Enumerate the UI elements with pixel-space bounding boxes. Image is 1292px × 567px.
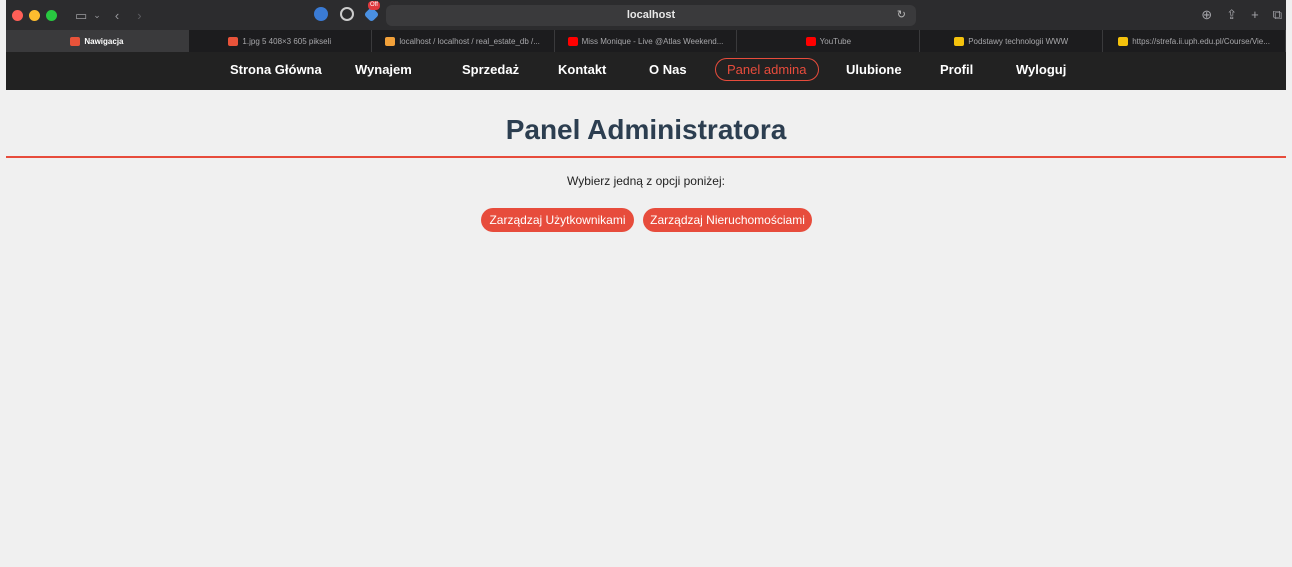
new-tab-icon[interactable]: + bbox=[1251, 7, 1259, 23]
browser-tab-label: Miss Monique - Live @Atlas Weekend... bbox=[581, 36, 724, 46]
favicon-icon bbox=[1118, 36, 1129, 46]
nav-item-logout[interactable]: Wyloguj bbox=[1016, 62, 1066, 77]
manage-properties-button[interactable]: Zarządzaj Nieruchomościami bbox=[643, 208, 812, 232]
close-window-button[interactable] bbox=[12, 9, 23, 21]
browser-tab[interactable]: Nawigacja bbox=[6, 30, 189, 52]
nav-item-profile[interactable]: Profil bbox=[940, 62, 973, 77]
record-extension-icon[interactable] bbox=[340, 7, 354, 21]
compass-extension-icon[interactable] bbox=[314, 7, 328, 21]
browser-tab[interactable]: 1.jpg 5 408×3 605 pikseli bbox=[189, 30, 372, 52]
page-subtitle: Wybierz jedną z opcji poniżej: bbox=[567, 174, 725, 188]
forward-icon[interactable]: › bbox=[137, 9, 141, 22]
back-icon[interactable]: ‹ bbox=[115, 9, 119, 22]
favicon-icon bbox=[385, 36, 396, 46]
favicon-icon bbox=[228, 36, 239, 46]
favicon-icon bbox=[567, 36, 578, 46]
address-bar[interactable]: localhost ↻ bbox=[386, 5, 916, 26]
nav-item-about[interactable]: O Nas bbox=[649, 62, 687, 77]
browser-tab-label: Nawigacja bbox=[84, 36, 124, 46]
reload-icon[interactable]: ↻ bbox=[897, 5, 906, 26]
favicon-icon bbox=[954, 36, 965, 46]
browser-tab-label: localhost / localhost / real_estate_db /… bbox=[399, 36, 540, 46]
browser-tab-label: YouTube bbox=[819, 36, 852, 46]
browser-tab[interactable]: localhost / localhost / real_estate_db /… bbox=[372, 30, 555, 52]
browser-tab[interactable]: Podstawy technologii WWW bbox=[920, 30, 1104, 52]
page-title: Panel Administratora bbox=[505, 114, 787, 145]
browser-tab[interactable]: https://strefa.ii.uph.edu.pl/Course/Vie.… bbox=[1103, 30, 1287, 52]
zoom-window-button[interactable] bbox=[46, 9, 57, 21]
browser-tab-label: 1.jpg 5 408×3 605 pikseli bbox=[242, 36, 332, 46]
url-text: localhost bbox=[626, 9, 676, 21]
nav-item-favorites[interactable]: Ulubione bbox=[846, 62, 902, 77]
nav-item-rent[interactable]: Wynajem bbox=[355, 62, 412, 77]
favicon-icon bbox=[70, 36, 81, 46]
browser-tab[interactable]: Miss Monique - Live @Atlas Weekend... bbox=[555, 30, 738, 52]
browser-tab[interactable]: YouTube bbox=[737, 30, 921, 52]
sidebar-icon[interactable]: ▭ bbox=[75, 9, 87, 22]
toolbar-right-icons: ⊕ ⇪ + ⧉ bbox=[1201, 7, 1282, 23]
minimize-window-button[interactable] bbox=[29, 9, 40, 21]
nav-item-home[interactable]: Strona Główna bbox=[230, 62, 322, 77]
tab-bar: Nawigacja 1.jpg 5 408×3 605 pikseli localh… bbox=[6, 30, 1287, 52]
browser-tab-label: https://strefa.ii.uph.edu.pl/Course/Vie.… bbox=[1132, 36, 1270, 46]
download-icon[interactable]: ⊕ bbox=[1201, 7, 1212, 23]
manage-users-button[interactable]: Zarządzaj Użytkownikami bbox=[481, 208, 634, 232]
favicon-icon bbox=[805, 36, 816, 46]
page-header: Panel Administratora bbox=[6, 90, 1286, 158]
extension-off-badge: Off bbox=[368, 1, 380, 10]
chevron-down-icon[interactable]: ⌄ bbox=[93, 10, 101, 20]
nav-item-sale[interactable]: Sprzedaż bbox=[462, 62, 519, 77]
window-controls bbox=[12, 9, 57, 21]
nav-item-contact[interactable]: Kontakt bbox=[558, 62, 606, 77]
browser-tab-label: Podstawy technologii WWW bbox=[968, 36, 1069, 46]
site-nav: Strona Główna Wynajem Sprzedaż Kontakt O… bbox=[6, 52, 1286, 90]
nav-item-admin-panel[interactable]: Panel admina bbox=[715, 58, 819, 81]
share-icon[interactable]: ⇪ bbox=[1226, 7, 1237, 23]
tab-overview-icon[interactable]: ⧉ bbox=[1273, 7, 1282, 23]
